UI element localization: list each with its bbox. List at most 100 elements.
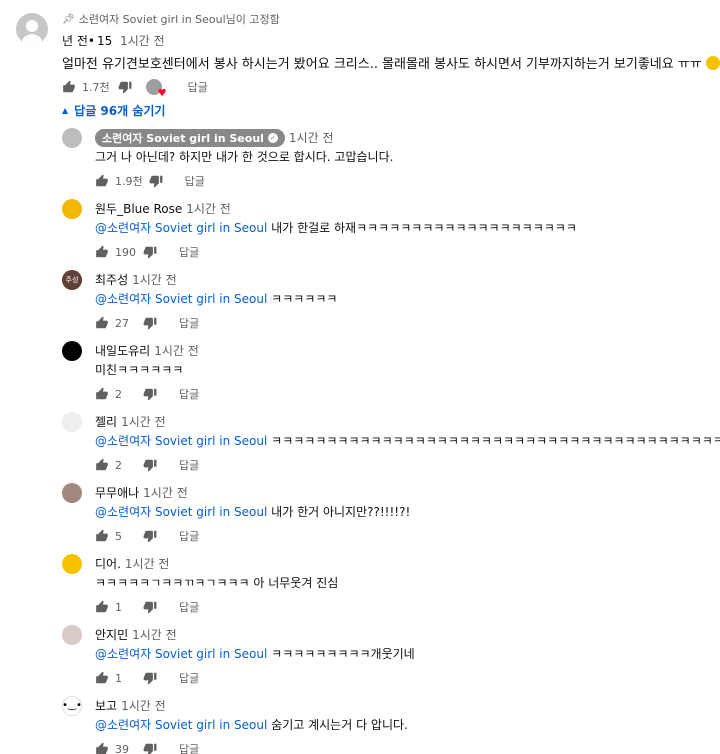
reply-time[interactable]: 1시간 전 <box>125 557 170 571</box>
reply-time[interactable]: 1시간 전 <box>289 131 334 145</box>
reply-actions: 5 답글 <box>95 528 199 544</box>
mention-link[interactable]: @소련여자 Soviet girl in Seoul <box>95 292 267 306</box>
mention-link[interactable]: @소련여자 Soviet girl in Seoul <box>95 647 267 661</box>
avatar-initials: 주성 <box>65 276 79 284</box>
reply-author[interactable]: 보고 <box>95 699 117 713</box>
hide-replies-label: 답글 96개 숨기기 <box>74 104 166 118</box>
mention-link[interactable]: @소련여자 Soviet girl in Seoul <box>95 505 267 519</box>
reply-time[interactable]: 1시간 전 <box>121 699 166 713</box>
avatar[interactable]: 주성 <box>62 270 82 290</box>
hide-replies-button[interactable]: ▲ 답글 96개 숨기기 <box>62 102 165 119</box>
mention-link[interactable]: @소련여자 Soviet girl in Seoul <box>95 718 267 732</box>
avatar[interactable] <box>62 554 82 574</box>
reply-button[interactable]: 답글 <box>179 528 199 544</box>
reply-button[interactable]: 답글 <box>179 741 199 754</box>
reply-header: 안지민 1시간 전 <box>95 626 177 643</box>
avatar[interactable] <box>62 625 82 645</box>
reply-text: @소련여자 Soviet girl in Seoul ㅋㅋㅋㅋㅋㅋㅋㅋㅋ개웃기네 <box>95 645 415 662</box>
reply-button[interactable]: 답글 <box>179 457 199 473</box>
avatar[interactable] <box>16 13 48 45</box>
reply-author[interactable]: 무무애나 <box>95 486 139 500</box>
chevron-up-icon: ▲ <box>62 106 69 115</box>
dislike-icon[interactable] <box>143 387 157 401</box>
reply-text-body: 그거 나 아닌데? 하지만 내가 한 것으로 합시다. 고맙습니다. <box>95 150 394 164</box>
reply-button[interactable]: 답글 <box>179 244 199 260</box>
reply-text-body: ㅋㅋㅋㅋㅋㅋㅋㅋㅋㅋㅋㅋㅋㅋㅋㅋㅋㅋㅋㅋㅋㅋㅋㅋㅋㅋㅋㅋㅋㅋㅋㅋㅋㅋㅋㅋㅋㅋㅋㅋ… <box>271 434 720 448</box>
like-icon[interactable] <box>95 387 109 401</box>
like-count: 2 <box>115 387 122 401</box>
comment-time[interactable]: 1시간 전 <box>120 34 165 48</box>
pin-icon: 📌︎ <box>62 13 75 25</box>
verified-check-icon: ✓ <box>267 133 278 143</box>
reply-time[interactable]: 1시간 전 <box>154 344 199 358</box>
avatar[interactable] <box>62 341 82 361</box>
like-count: 27 <box>115 316 129 330</box>
creator-heart-icon: ♥ <box>145 79 167 99</box>
like-count: 1 <box>115 671 122 685</box>
avatar[interactable] <box>62 412 82 432</box>
reply-button[interactable]: 답글 <box>179 670 199 686</box>
reply-time[interactable]: 1시간 전 <box>132 273 177 287</box>
avatar[interactable] <box>62 483 82 503</box>
like-count: 190 <box>115 245 136 259</box>
reply-button[interactable]: 답글 <box>188 79 208 95</box>
comment-text-body: 얼마전 유기견보호센터에서 봉사 하시는거 봤어요 크리스.. 몰래몰래 봉사도… <box>62 57 702 72</box>
reply-header: 젤리 1시간 전 <box>95 413 166 430</box>
reply-author[interactable]: 소련여자 Soviet girl in Seoul <box>102 130 264 146</box>
reply-button[interactable]: 답글 <box>179 599 199 615</box>
reply-text: 그거 나 아닌데? 하지만 내가 한 것으로 합시다. 고맙습니다. <box>95 148 393 165</box>
like-icon[interactable] <box>95 316 109 330</box>
reply-author[interactable]: 안지민 <box>95 628 128 642</box>
reply-time[interactable]: 1시간 전 <box>121 415 166 429</box>
like-icon[interactable] <box>95 529 109 543</box>
mention-link[interactable]: @소련여자 Soviet girl in Seoul <box>95 434 267 448</box>
dislike-icon[interactable] <box>143 600 157 614</box>
avatar[interactable] <box>62 128 82 148</box>
reply-time[interactable]: 1시간 전 <box>132 628 177 642</box>
reply-time[interactable]: 1시간 전 <box>186 202 231 216</box>
dislike-icon[interactable] <box>143 245 157 259</box>
like-icon[interactable] <box>95 671 109 685</box>
reply-button[interactable]: 답글 <box>179 315 199 331</box>
like-icon[interactable] <box>95 174 109 188</box>
reply-actions: 27 답글 <box>95 315 199 331</box>
dislike-icon[interactable] <box>149 174 163 188</box>
like-icon[interactable] <box>95 742 109 754</box>
reply-author[interactable]: 내일도유리 <box>95 344 150 358</box>
dislike-icon[interactable] <box>143 742 157 754</box>
like-count: 1 <box>115 600 122 614</box>
dislike-icon[interactable] <box>118 80 132 94</box>
reply-button[interactable]: 답글 <box>185 173 205 189</box>
reply-author[interactable]: 원두_Blue Rose <box>95 202 182 216</box>
like-icon[interactable] <box>95 600 109 614</box>
like-icon[interactable] <box>62 80 76 94</box>
reply-actions: 2 답글 <box>95 457 199 473</box>
like-icon[interactable] <box>95 245 109 259</box>
reply-actions: 1.9천 답글 <box>95 173 205 189</box>
reply-text: 미친ㅋㅋㅋㅋㅋㅋ <box>95 361 183 378</box>
reply-author[interactable]: 젤리 <box>95 415 117 429</box>
reply-author[interactable]: 디어. <box>95 557 121 571</box>
comment-author[interactable]: 년 전• <box>62 34 95 48</box>
like-count: 39 <box>115 742 129 754</box>
channel-owner-badge[interactable]: 소련여자 Soviet girl in Seoul ✓ <box>95 129 285 147</box>
reply-author[interactable]: 최주성 <box>95 273 128 287</box>
reply-header: 내일도유리 1시간 전 <box>95 342 199 359</box>
comment-header: 년 전• 15 1시간 전 <box>62 32 165 49</box>
mention-link[interactable]: @소련여자 Soviet girl in Seoul <box>95 221 267 235</box>
avatar[interactable] <box>62 199 82 219</box>
pinned-by-text: 소련여자 Soviet girl in Seoul님이 고정함 <box>78 13 280 26</box>
dislike-icon[interactable] <box>143 316 157 330</box>
reply-text-body: 내가 한걸로 하재ㅋㅋㅋㅋㅋㅋㅋㅋㅋㅋㅋㅋㅋㅋㅋㅋㅋㅋㅋㅋ <box>271 221 577 235</box>
like-icon[interactable] <box>95 458 109 472</box>
dislike-icon[interactable] <box>143 671 157 685</box>
avatar[interactable]: •‿• <box>62 696 82 716</box>
reply-text: @소련여자 Soviet girl in Seoul ㅋㅋㅋㅋㅋㅋ <box>95 290 337 307</box>
reply-text-body: ㅋㅋㅋㅋㅋㅋ <box>271 292 338 306</box>
comment-author-suffix[interactable]: 15 <box>97 34 112 48</box>
reply-button[interactable]: 답글 <box>179 386 199 402</box>
reply-text: ㅋㅋㅋㅋㅋㄱㅋㅋㄲㅋㄱㅋㅋㅋ 아 너무웃겨 진심 <box>95 574 338 591</box>
reply-time[interactable]: 1시간 전 <box>143 486 188 500</box>
dislike-icon[interactable] <box>143 529 157 543</box>
dislike-icon[interactable] <box>143 458 157 472</box>
